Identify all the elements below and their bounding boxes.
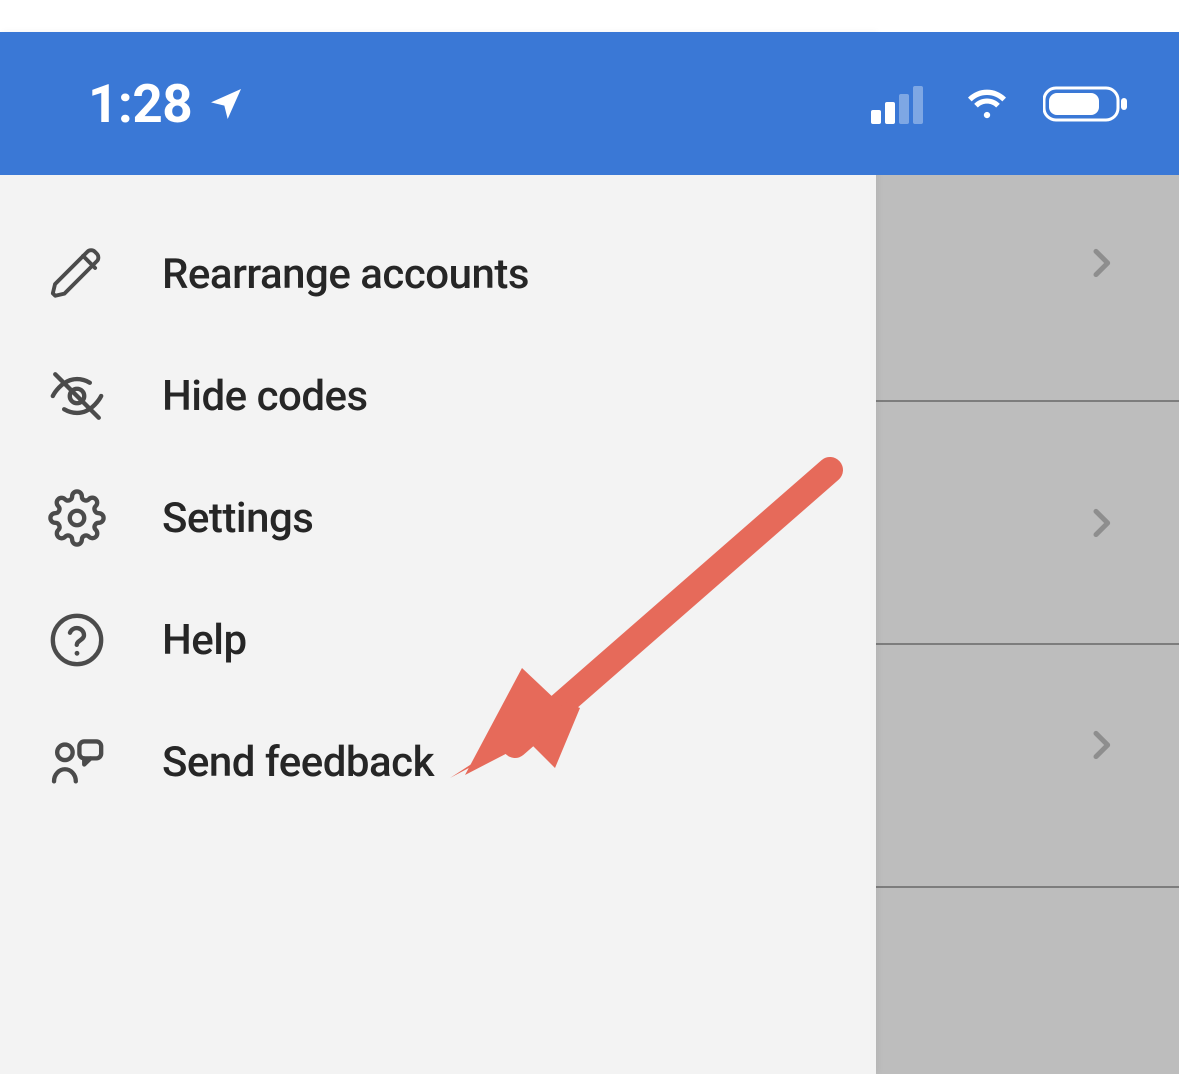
chevron-right-icon — [1081, 243, 1121, 283]
pencil-icon — [48, 245, 106, 303]
cellular-signal-icon — [871, 84, 931, 124]
menu-item-label: Rearrange accounts — [162, 250, 529, 299]
menu-item-label: Help — [162, 616, 247, 665]
status-bar: 1:28 — [0, 32, 1179, 175]
list-item[interactable] — [876, 402, 1179, 645]
status-bar-right — [871, 84, 1129, 124]
eye-off-icon — [48, 367, 106, 425]
gear-icon — [48, 489, 106, 547]
drawer-menu: Rearrange accounts Hide codes Settings — [0, 175, 876, 1074]
menu-item-send-feedback[interactable]: Send feedback — [0, 701, 876, 823]
status-bar-left: 1:28 — [88, 73, 246, 135]
side-drawer: Rearrange accounts Hide codes Settings — [0, 32, 876, 1074]
chevron-right-icon — [1081, 503, 1121, 543]
menu-item-label: Send feedback — [162, 738, 434, 787]
accounts-list — [876, 159, 1179, 1074]
battery-icon — [1043, 84, 1129, 124]
chevron-right-icon — [1081, 725, 1121, 765]
menu-item-label: Settings — [162, 494, 313, 543]
status-time: 1:28 — [88, 73, 192, 135]
menu-item-rearrange-accounts[interactable]: Rearrange accounts — [0, 213, 876, 335]
help-circle-icon — [48, 611, 106, 669]
document-margin — [0, 0, 1179, 32]
list-item[interactable] — [876, 159, 1179, 402]
menu-item-hide-codes[interactable]: Hide codes — [0, 335, 876, 457]
feedback-icon — [48, 733, 106, 791]
list-item[interactable] — [876, 645, 1179, 888]
menu-item-help[interactable]: Help — [0, 579, 876, 701]
menu-item-label: Hide codes — [162, 372, 368, 421]
location-arrow-icon — [206, 84, 246, 124]
menu-item-settings[interactable]: Settings — [0, 457, 876, 579]
main-screen-behind-drawer — [876, 32, 1179, 1074]
wifi-icon — [959, 84, 1015, 124]
list-item[interactable] — [876, 888, 1179, 1074]
